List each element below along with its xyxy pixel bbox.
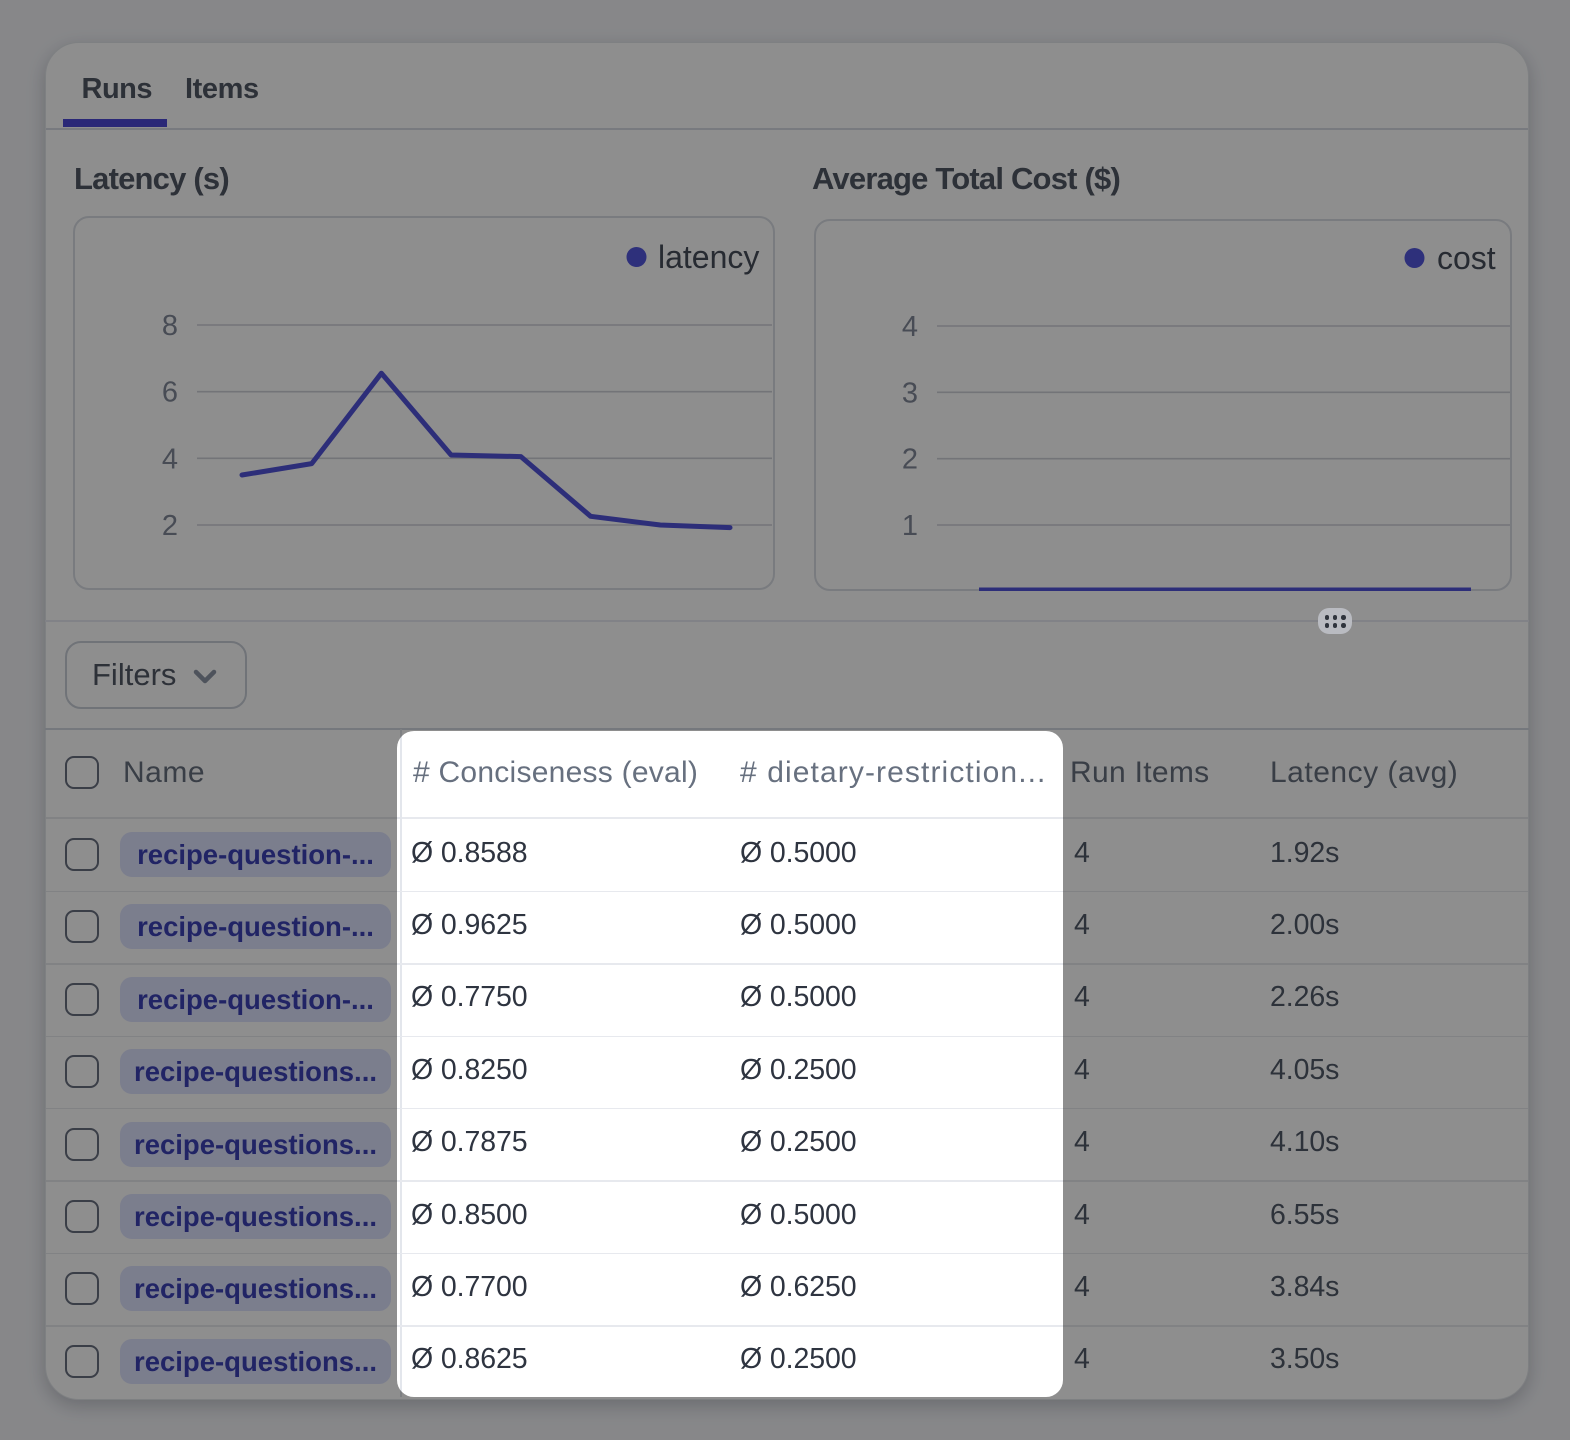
svg-text:4: 4 xyxy=(902,311,918,343)
svg-text:2: 2 xyxy=(162,510,178,542)
svg-text:latency: latency xyxy=(658,239,759,275)
svg-text:1: 1 xyxy=(902,510,918,542)
svg-text:2: 2 xyxy=(902,444,918,476)
svg-text:8: 8 xyxy=(162,310,178,342)
svg-text:4: 4 xyxy=(162,443,178,475)
svg-text:6: 6 xyxy=(162,377,178,409)
svg-text:3: 3 xyxy=(902,377,918,409)
svg-text:cost: cost xyxy=(1437,240,1496,276)
